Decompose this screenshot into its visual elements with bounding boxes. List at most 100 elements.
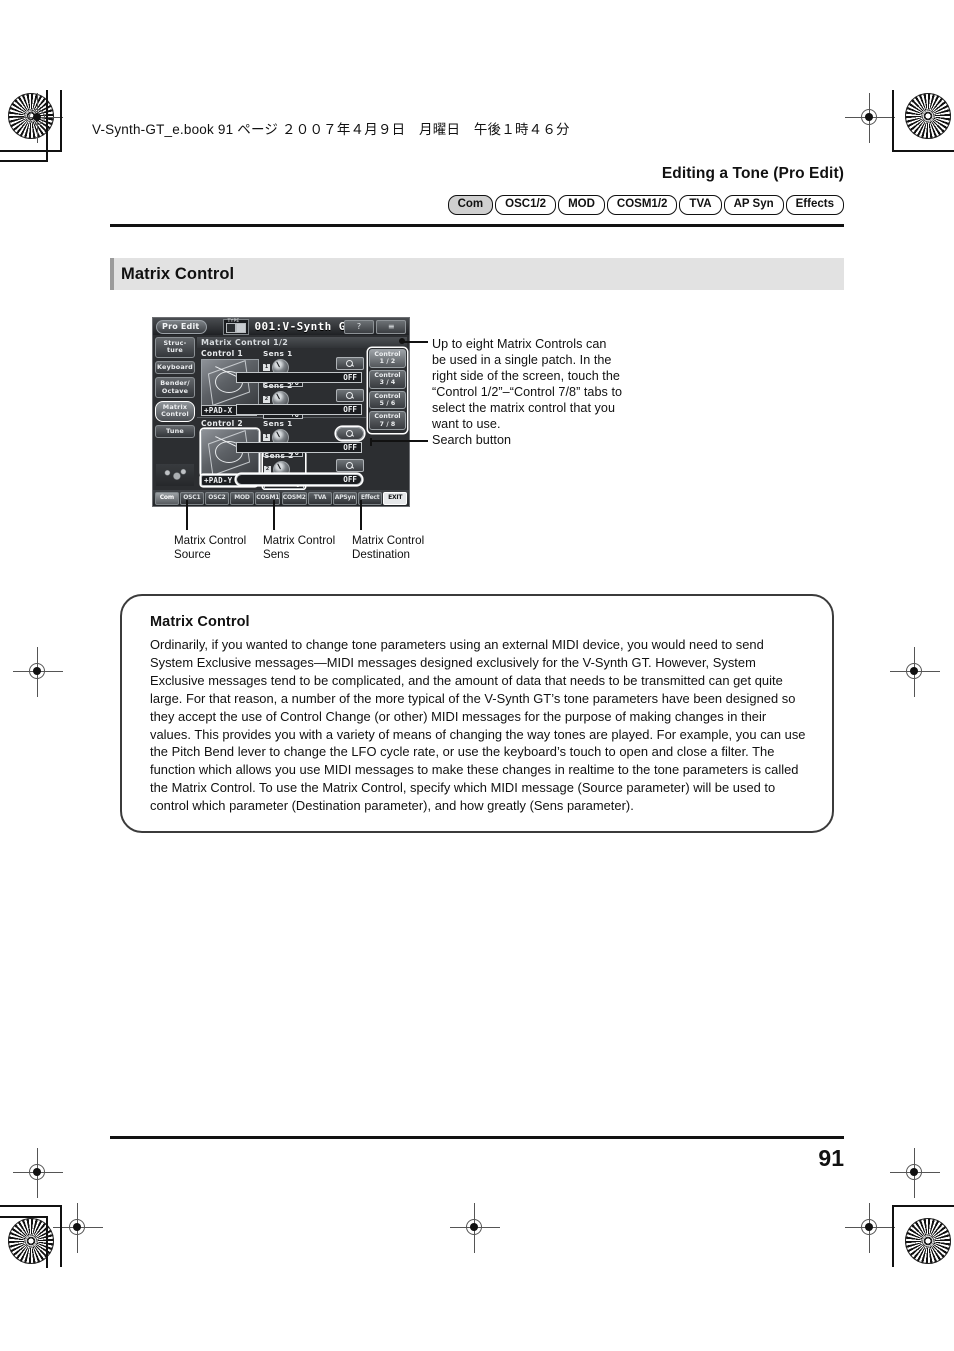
lcd-side-button-keyboard[interactable]: Keyboard [155, 360, 195, 375]
section-title-bar: Matrix Control [110, 258, 844, 290]
leader-line-search-h [370, 440, 428, 442]
lcd-page-heading: Matrix Control 1/2 [197, 337, 407, 348]
callout-source: Matrix Control Source [174, 534, 247, 561]
crop-mark-bottom-right-h [892, 1205, 954, 1207]
search-icon [346, 430, 353, 438]
leader-line-controls-note [402, 341, 428, 343]
lcd-bottom-tab-bar: Com OSC1 OSC2 MOD COSM1 COSM2 TVA APSyn Effect EX… [153, 490, 409, 506]
footer-rule [110, 1136, 844, 1140]
search-button[interactable] [336, 427, 364, 440]
lcd-bottom-tab-com[interactable]: Com [155, 491, 179, 505]
callout-sens: Matrix Control Sens [263, 534, 336, 561]
lcd-bottom-tab-effect[interactable]: Effect [358, 491, 382, 505]
search-button[interactable] [336, 389, 364, 402]
lcd-bottom-tab-cosm1[interactable]: COSM1 [255, 491, 281, 505]
matrix-control-destination-value[interactable]: OFF [236, 442, 362, 453]
registration-target-top-right [845, 93, 895, 143]
registration-rosette-top-right [905, 93, 951, 139]
lcd-bottom-tab-tva[interactable]: TVA [308, 491, 332, 505]
tab-effects[interactable]: Effects [785, 195, 844, 215]
crop-mark-bottom-left-h2 [0, 1216, 48, 1218]
figure-sub-callouts: Matrix Control Source Matrix Control Sen… [174, 534, 427, 561]
registration-target-top-left [13, 93, 63, 143]
globe-icon [156, 464, 194, 486]
crop-mark-bottom-left-v [60, 1205, 62, 1267]
matrix-control-destination-value[interactable]: OFF [236, 372, 362, 383]
registration-rosette-bottom-right [905, 1218, 951, 1264]
search-icon [346, 360, 353, 368]
type-indicator[interactable]: TYPE [223, 318, 250, 335]
lcd-bottom-tab-osc1[interactable]: OSC1 [180, 491, 204, 505]
matrix-control-panel: Control 2+PAD-YSens 11+0Sens 22+0OFFOFF [197, 418, 366, 490]
lcd-screen-figure: Pro Edit TYPE 001:V-Synth GT ? ≡ Struc-t… [152, 317, 410, 507]
crop-mark-top-left-h2 [0, 160, 48, 162]
lcd-bottom-tab-osc2[interactable]: OSC2 [205, 491, 229, 505]
leader-dot-controls-note [399, 338, 405, 344]
page-header: Editing a Tone (Pro Edit) Com OSC1/2 MOD CO… [110, 165, 844, 228]
pro-edit-button[interactable]: Pro Edit [156, 319, 208, 334]
info-note-box: Matrix Control Ordinarily, if you wanted… [120, 594, 834, 834]
registration-target-foot-center [450, 1203, 500, 1253]
leader-line-source [186, 500, 188, 530]
header-rule [110, 224, 844, 228]
crop-mark-top-left-v [60, 90, 62, 152]
type-square-a [226, 322, 237, 333]
lcd-bottom-tab-mod[interactable]: MOD [230, 491, 254, 505]
help-button[interactable]: ? [344, 320, 374, 334]
tab-cosm1-2[interactable]: COSM1/2 [606, 195, 678, 215]
tab-osc1-2[interactable]: OSC1/2 [495, 195, 557, 215]
crop-mark-bottom-left-v2 [46, 1216, 48, 1268]
menu-icon[interactable]: ≡ [376, 320, 406, 334]
page-title: Matrix Control [121, 264, 235, 283]
lcd-bottom-tab-exit[interactable]: EXIT [383, 491, 407, 505]
crop-mark-top-right-h [892, 150, 954, 152]
leader-line-sens [273, 500, 275, 530]
lcd-title-bar: Pro Edit TYPE 001:V-Synth GT ? ≡ [153, 318, 409, 335]
tab-mod[interactable]: MOD [558, 195, 605, 215]
lcd-main-area: Matrix Control 1/2 Control 1 / 2 Control 3 … [197, 337, 407, 490]
patch-name: 001:V-Synth GT [254, 320, 353, 333]
crop-mark-top-left-h [0, 150, 62, 152]
matrix-control-destination-block: OFF [236, 427, 364, 453]
matrix-control-destination-value[interactable]: OFF [236, 474, 362, 485]
page-number: 91 [818, 1145, 844, 1171]
section-tab-strip: Com OSC1/2 MOD COSM1/2 TVA AP Syn Effects [447, 195, 844, 215]
book-info-line: V-Synth-GT_e.book 91 ページ ２００７年４月９日 月曜日 午… [92, 122, 570, 137]
lcd-side-button-bender-octave[interactable]: Bender/Octave [155, 377, 195, 399]
section-accent [110, 258, 114, 290]
registration-target-mid-right [890, 647, 940, 697]
lcd-bottom-tab-apsyn[interactable]: APSyn [333, 491, 357, 505]
matrix-control-destination-value[interactable]: OFF [236, 404, 362, 415]
control-tab-control56[interactable]: Control 5 / 6 [369, 390, 406, 410]
note-box-body: Ordinarily, if you wanted to change tone… [150, 637, 806, 814]
note-box-title: Matrix Control [150, 614, 250, 630]
crop-mark-top-right-v [892, 90, 894, 152]
matrix-control-destination-block: OFF [236, 459, 364, 485]
matrix-control-panel: Control 1+PAD-XSens 11+0Sens 22+0OFFOFF [197, 348, 366, 419]
leader-line-search-v [370, 438, 372, 446]
lcd-side-menu: Struc-ture Keyboard Bender/Octave Matrix Con… [155, 337, 195, 441]
search-button[interactable] [336, 357, 364, 370]
control-tab-control34[interactable]: Control 3 / 4 [369, 369, 406, 389]
registration-target-foot-left [53, 1203, 103, 1253]
control-tab-control12[interactable]: Control 1 / 2 [369, 349, 406, 368]
search-icon [346, 462, 353, 470]
lcd-side-button-matrix-control[interactable]: Matrix Control [155, 401, 195, 422]
search-button[interactable] [336, 459, 364, 472]
registration-target-foot-right [845, 1203, 895, 1253]
lcd-side-button-struc-ture[interactable]: Struc-ture [155, 337, 195, 358]
registration-target-mid-left [13, 647, 63, 697]
type-square-b [236, 322, 247, 333]
tab-com[interactable]: Com [447, 195, 494, 215]
tab-ap-syn[interactable]: AP Syn [723, 195, 784, 215]
callout-search-button: Search button [432, 433, 512, 447]
chapter-title: Editing a Tone (Pro Edit) [661, 165, 844, 182]
control-pair-tabs: Control 1 / 2 Control 3 / 4 Control 5 / 6 Cont… [368, 348, 407, 433]
tab-tva[interactable]: TVA [679, 195, 722, 215]
lcd-bottom-tab-cosm2[interactable]: COSM2 [281, 491, 307, 505]
lcd-side-button-tune[interactable]: Tune [155, 424, 195, 439]
registration-target-bottom-right [890, 1148, 940, 1198]
registration-target-bottom-left [13, 1148, 63, 1198]
control-tab-control78[interactable]: Control 7 / 8 [369, 411, 406, 431]
crop-mark-bottom-left-h [0, 1205, 62, 1207]
